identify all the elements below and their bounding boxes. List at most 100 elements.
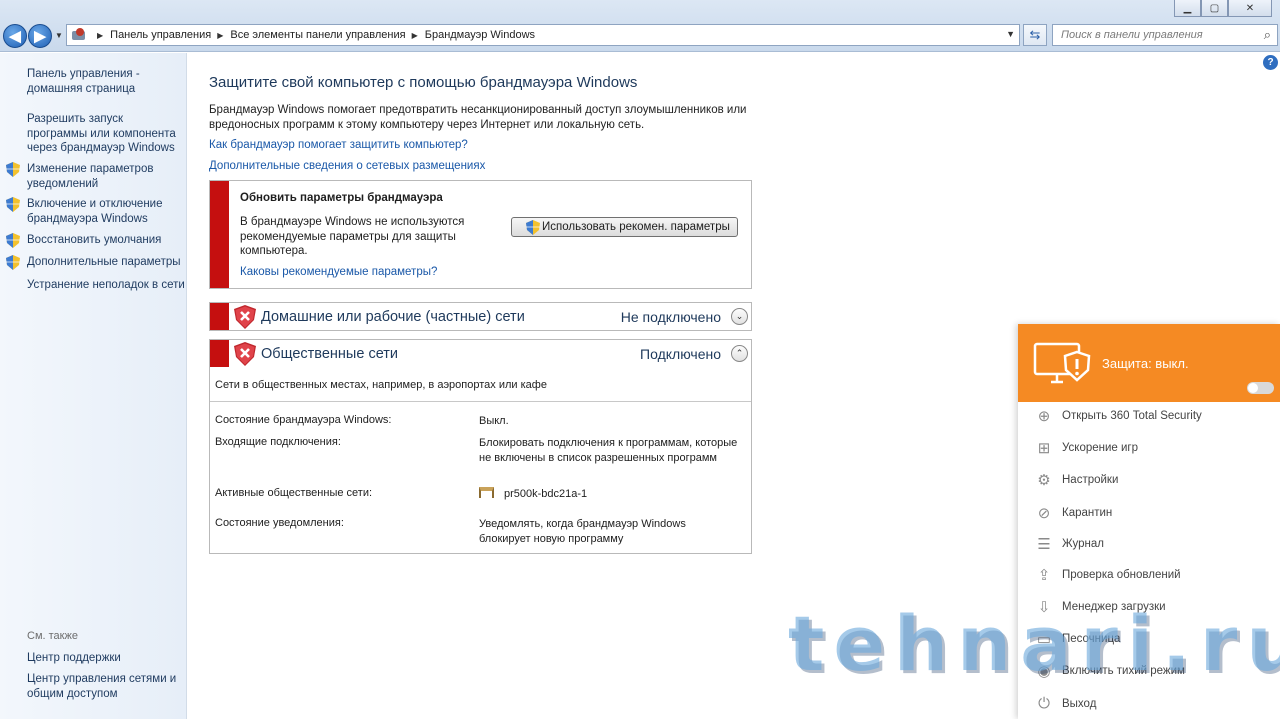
- breadcrumb-separator-icon[interactable]: ▶: [412, 31, 418, 40]
- arrow-left-icon: ◀: [9, 27, 21, 45]
- breadcrumb-control-panel[interactable]: Панель управления: [110, 29, 211, 41]
- window-controls: ▁ ▢ ✕: [1174, 0, 1272, 17]
- plus-circle-icon: ⊕: [1037, 407, 1051, 425]
- search-icon[interactable]: ⌕: [1264, 27, 1271, 43]
- menu-settings[interactable]: ⚙ Настройки: [1018, 464, 1280, 495]
- forward-button[interactable]: ▶: [28, 24, 52, 48]
- sidebar-advanced-settings-link[interactable]: Дополнительные параметры: [27, 255, 185, 270]
- sidebar-allow-program-link[interactable]: Разрешить запуск программы или компонент…: [27, 112, 185, 156]
- firewall-off-shield-icon: [234, 342, 256, 366]
- help-button[interactable]: ?: [1263, 55, 1278, 70]
- uac-shield-icon: [6, 197, 20, 212]
- expand-chevron-icon[interactable]: ⌄: [731, 308, 748, 325]
- refresh-icon: ⇆: [1029, 27, 1041, 42]
- menu-item-label: Настройки: [1062, 473, 1119, 486]
- sidebar-network-center-link[interactable]: Центр управления сетями и общим доступом: [27, 672, 185, 701]
- sidebar-toggle-firewall-link[interactable]: Включение и отключение брандмауэра Windo…: [27, 197, 185, 226]
- close-button[interactable]: ✕: [1228, 0, 1272, 17]
- public-networks-title: Общественные сети: [261, 346, 399, 362]
- incoming-connections-value: Блокировать подключения к программам, ко…: [479, 437, 738, 464]
- network-locations-link[interactable]: Дополнительные сведения о сетевых размещ…: [209, 160, 485, 172]
- menu-item-label: Ускорение игр: [1062, 441, 1139, 454]
- use-recommended-settings-label: Использовать рекомен. параметры: [542, 221, 730, 233]
- active-networks-label: Активные общественные сети:: [215, 487, 373, 499]
- protection-status-title: Защита: выкл.: [1102, 356, 1189, 371]
- watermark: tehnari.ru: [788, 599, 1280, 688]
- menu-quarantine[interactable]: ⊘ Карантин: [1018, 497, 1280, 528]
- private-networks-header[interactable]: Домашние или рабочие (частные) сети Не п…: [209, 302, 752, 331]
- sidebar-troubleshoot-link[interactable]: Устранение неполадок в сети: [27, 278, 185, 293]
- update-settings-text: В брандмауэре Windows не используются ре…: [240, 216, 465, 257]
- public-network-icon: [479, 487, 494, 498]
- notification-state-value: Уведомлять, когда брандмауэр Windows бло…: [479, 518, 686, 545]
- arrow-right-icon: ▶: [34, 27, 46, 45]
- address-bar[interactable]: ▶ Панель управления ▶ Все элементы панел…: [66, 24, 1020, 46]
- control-panel-icon: [71, 28, 87, 42]
- public-networks-header[interactable]: Общественные сети Подключено ⌃: [209, 339, 752, 368]
- window-chrome: ▁ ▢ ✕ ◀ ▶ ▼ ▶ Панель управления ▶ Все эл…: [0, 0, 1280, 52]
- uac-shield-icon: [6, 233, 20, 248]
- menu-check-updates[interactable]: ⇪ Проверка обновлений: [1018, 559, 1280, 590]
- sidebar-home-link[interactable]: Панель управления - домашняя страница: [27, 67, 185, 96]
- breadcrumb-firewall[interactable]: Брандмауэр Windows: [425, 29, 535, 41]
- maximize-button[interactable]: ▢: [1201, 0, 1228, 17]
- menu-item-label: Проверка обновлений: [1062, 568, 1181, 581]
- document-icon: ☰: [1037, 535, 1051, 553]
- collapse-chevron-icon[interactable]: ⌃: [731, 345, 748, 362]
- firewall-state-value: Выкл.: [479, 415, 509, 427]
- sidebar-action-center-link[interactable]: Центр поддержки: [27, 651, 185, 666]
- alert-bar: [210, 303, 229, 330]
- menu-item-label: Открыть 360 Total Security: [1062, 409, 1202, 422]
- menu-item-label: Карантин: [1062, 506, 1113, 519]
- minimize-button[interactable]: ▁: [1174, 0, 1201, 17]
- update-settings-panel: Обновить параметры брандмауэра В брандма…: [209, 180, 752, 289]
- update-settings-title: Обновить параметры брандмауэра: [240, 192, 443, 204]
- private-networks-status: Не подключено: [620, 309, 721, 325]
- search-input[interactable]: Поиск в панели управления ⌕: [1052, 24, 1278, 46]
- help-icon: ?: [1267, 57, 1274, 68]
- public-networks-status: Подключено: [640, 346, 721, 362]
- refresh-button[interactable]: ⇆: [1023, 24, 1047, 46]
- back-button[interactable]: ◀: [3, 24, 27, 48]
- public-networks-details: Сети в общественных местах, например, в …: [209, 367, 752, 554]
- update-icon: ⇪: [1037, 566, 1051, 584]
- page-title: Защитите свой компьютер с помощью брандм…: [209, 74, 638, 91]
- firewall-state-label: Состояние брандмауэра Windows:: [215, 414, 392, 426]
- menu-open-360[interactable]: ⊕ Открыть 360 Total Security: [1018, 400, 1280, 431]
- incoming-connections-label: Входящие подключения:: [215, 436, 341, 448]
- power-icon: ⏻: [1038, 695, 1050, 712]
- menu-log[interactable]: ☰ Журнал: [1018, 528, 1280, 559]
- intro-text: Брандмауэр Windows помогает предотвратит…: [209, 104, 747, 131]
- alert-bar: [210, 340, 229, 367]
- active-network-name: pr500k-bdc21a-1: [504, 488, 588, 500]
- search-placeholder: Поиск в панели управления: [1061, 29, 1203, 41]
- breadcrumb-separator-icon[interactable]: ▶: [217, 31, 223, 40]
- how-firewall-helps-link[interactable]: Как брандмауэр помогает защитить компьют…: [209, 139, 468, 151]
- menu-game-boost[interactable]: ⊞ Ускорение игр: [1018, 432, 1280, 463]
- gamepad-icon: ⊞: [1037, 439, 1051, 457]
- menu-item-label: Журнал: [1062, 537, 1104, 550]
- notification-state-label: Состояние уведомления:: [215, 517, 344, 529]
- menu-exit[interactable]: ⏻ Выход: [1018, 688, 1280, 719]
- protection-toggle[interactable]: [1247, 382, 1274, 394]
- sidebar-notification-settings-link[interactable]: Изменение параметров уведомлений: [27, 162, 185, 191]
- divider: [210, 401, 751, 402]
- alert-bar: [210, 181, 229, 288]
- use-recommended-settings-button[interactable]: Использовать рекомен. параметры: [511, 217, 738, 237]
- address-history-dropdown[interactable]: ▼: [1006, 29, 1015, 39]
- sidebar-restore-defaults-link[interactable]: Восстановить умолчания: [27, 233, 185, 248]
- recent-pages-dropdown[interactable]: ▼: [55, 31, 63, 40]
- see-also-heading: См. также: [27, 630, 78, 642]
- public-networks-description: Сети в общественных местах, например, в …: [215, 379, 547, 391]
- uac-shield-icon: [6, 162, 20, 177]
- sidebar: Панель управления - домашняя страница Ра…: [0, 53, 187, 719]
- uac-shield-icon: [6, 255, 20, 270]
- protection-status-header: Защита: выкл.: [1018, 324, 1280, 402]
- menu-item-label: Выход: [1062, 697, 1097, 710]
- firewall-off-shield-icon: [234, 305, 256, 329]
- active-networks-value: pr500k-bdc21a-1: [479, 487, 739, 502]
- breadcrumb-separator-icon[interactable]: ▶: [97, 31, 103, 40]
- breadcrumb-all-items[interactable]: Все элементы панели управления: [230, 29, 405, 41]
- recommended-settings-link[interactable]: Каковы рекомендуемые параметры?: [240, 266, 437, 278]
- private-networks-title: Домашние или рабочие (частные) сети: [261, 309, 525, 325]
